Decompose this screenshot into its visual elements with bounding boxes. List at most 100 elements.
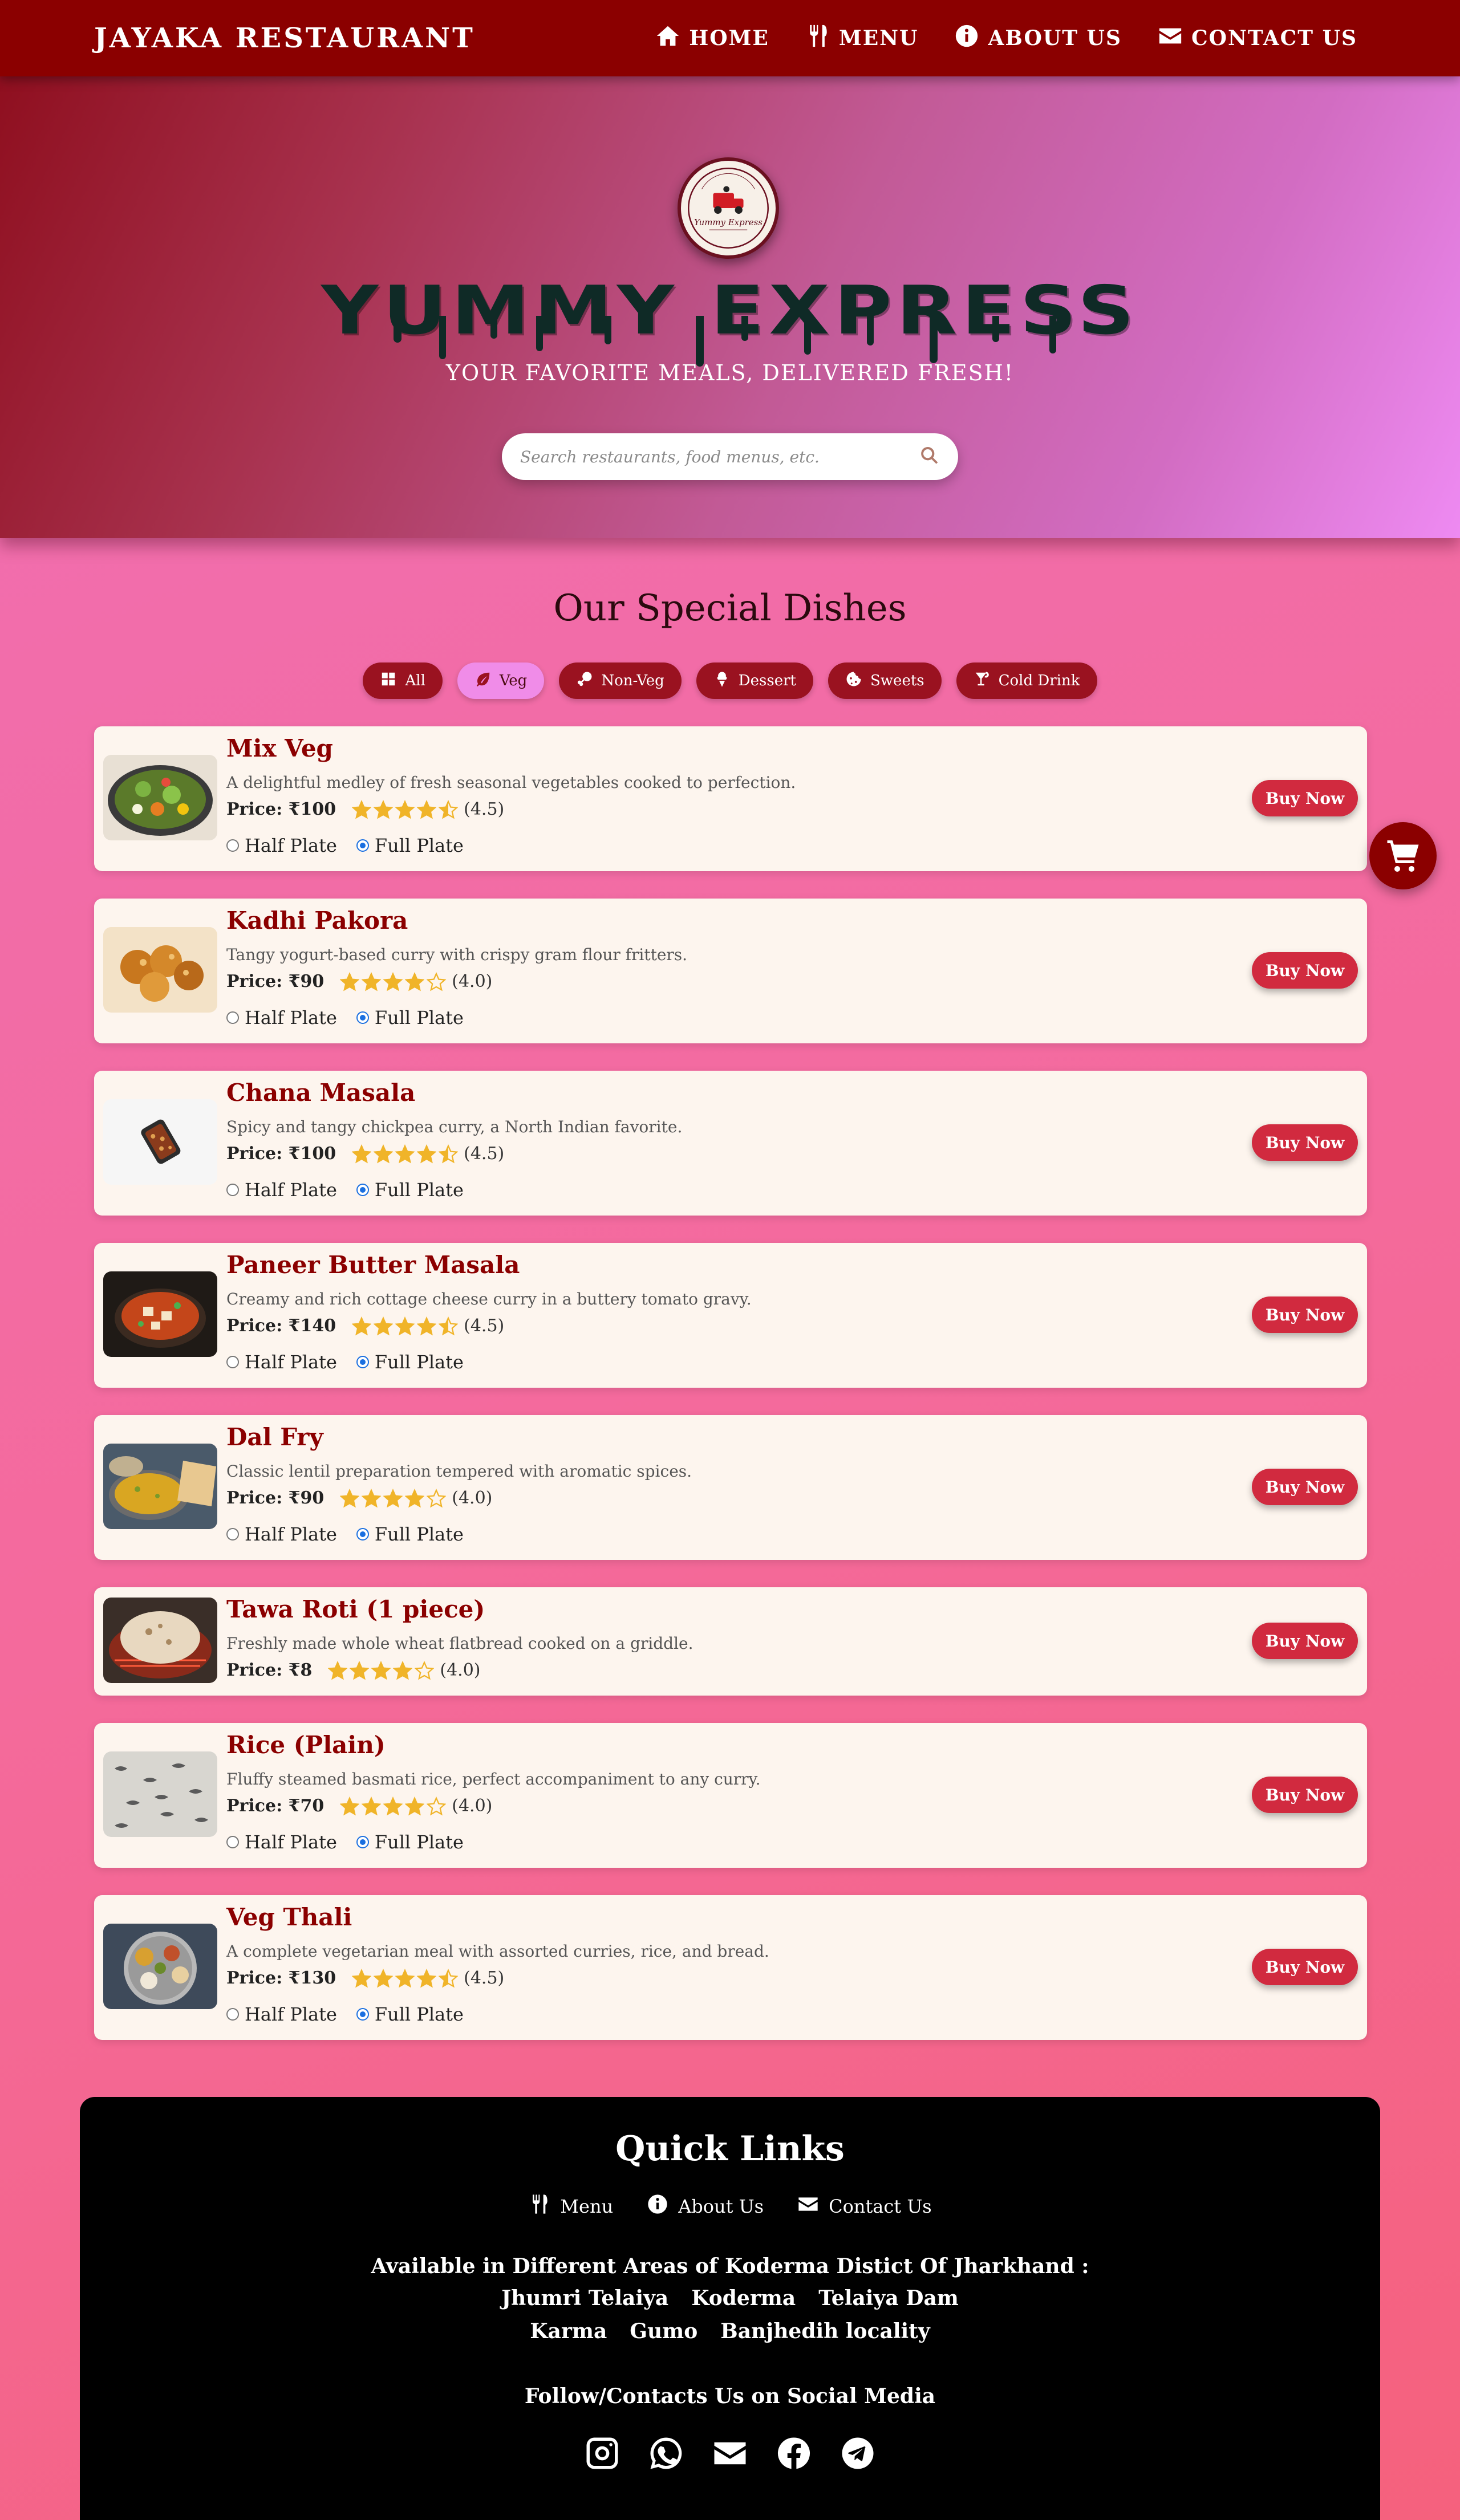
half-plate-option[interactable]: Half Plate	[226, 1007, 337, 1029]
full-plate-radio[interactable]	[356, 1184, 369, 1196]
nav-about-label: ABOUT US	[988, 26, 1122, 50]
price-rating-row: Price: ₹90 (4.0)	[226, 972, 492, 991]
filter-dessert[interactable]: Dessert	[696, 662, 813, 699]
half-plate-radio[interactable]	[226, 1356, 239, 1368]
star-rating: (4.0)	[340, 1796, 492, 1816]
plate-options: Half Plate Full Plate	[226, 1351, 464, 1373]
buy-now-button[interactable]: Buy Now	[1252, 1469, 1358, 1505]
nav-menu-link[interactable]: MENU	[805, 23, 919, 54]
dish-description: Creamy and rich cottage cheese curry in …	[226, 1290, 752, 1308]
instagram-icon[interactable]	[583, 2434, 621, 2472]
footer-contact-link[interactable]: Contact Us	[797, 2193, 932, 2220]
full-plate-radio[interactable]	[356, 1836, 369, 1848]
full-plate-option[interactable]: Full Plate	[356, 1831, 464, 1853]
buy-now-button[interactable]: Buy Now	[1252, 952, 1358, 989]
buy-now-button[interactable]: Buy Now	[1252, 1124, 1358, 1161]
full-plate-option[interactable]: Full Plate	[356, 1007, 464, 1029]
plate-options: Half Plate Full Plate	[226, 2003, 464, 2025]
hero-tagline: YOUR FAVORITE MEALS, DELIVERED FRESH!	[445, 360, 1015, 385]
nav-contact-link[interactable]: CONTACT US	[1157, 23, 1357, 54]
nav-about-link[interactable]: ABOUT US	[954, 23, 1122, 54]
full-plate-radio[interactable]	[356, 1356, 369, 1368]
dish-description: A delightful medley of fresh seasonal ve…	[226, 773, 796, 792]
filter-non-veg[interactable]: Non-Veg	[559, 662, 682, 699]
option-label: Full Plate	[374, 835, 464, 856]
cocktail-icon	[974, 670, 991, 692]
nav-home-link[interactable]: HOME	[655, 23, 769, 54]
footer-link-label: Contact Us	[829, 2196, 932, 2217]
buy-now-button[interactable]: Buy Now	[1252, 780, 1358, 816]
half-plate-radio[interactable]	[226, 1836, 239, 1848]
envelope-icon	[797, 2193, 820, 2220]
full-plate-option[interactable]: Full Plate	[356, 1179, 464, 1201]
star-rating: (4.0)	[340, 972, 492, 991]
areas-heading: Available in Different Areas of Koderma …	[371, 2254, 1089, 2278]
whatsapp-icon[interactable]	[647, 2434, 685, 2472]
full-plate-radio[interactable]	[356, 2008, 369, 2021]
full-plate-option[interactable]: Full Plate	[356, 835, 464, 856]
facebook-icon[interactable]	[775, 2434, 813, 2472]
dish-description: Freshly made whole wheat flatbread cooke…	[226, 1634, 694, 1653]
filter-all[interactable]: All	[363, 662, 443, 699]
price-rating-row: Price: ₹100 (4.5)	[226, 799, 504, 819]
cart-button[interactable]	[1369, 822, 1437, 889]
filter-sweets[interactable]: Sweets	[828, 662, 942, 699]
half-plate-option[interactable]: Half Plate	[226, 835, 337, 856]
half-plate-radio[interactable]	[226, 1184, 239, 1196]
star-empty-icon	[415, 1660, 435, 1680]
half-plate-radio[interactable]	[226, 1528, 239, 1541]
full-plate-option[interactable]: Full Plate	[356, 1523, 464, 1545]
footer-about-link[interactable]: About Us	[646, 2193, 764, 2220]
star-full-icon	[362, 1488, 382, 1507]
dish-card: Tawa Roti (1 piece) Freshly made whole w…	[94, 1587, 1367, 1696]
filter-cold-drink[interactable]: Cold Drink	[956, 662, 1097, 699]
dish-price: Price: ₹130	[226, 1968, 336, 1988]
half-plate-option[interactable]: Half Plate	[226, 1179, 337, 1201]
areas-row: Karma Gumo Banjhedih locality	[80, 2319, 1380, 2343]
full-plate-radio[interactable]	[356, 839, 369, 852]
search-input[interactable]	[519, 446, 918, 467]
dish-card: Paneer Butter Masala Creamy and rich cot…	[94, 1243, 1367, 1388]
half-plate-radio[interactable]	[226, 1011, 239, 1024]
buy-now-button[interactable]: Buy Now	[1252, 1623, 1358, 1659]
buy-now-button[interactable]: Buy Now	[1252, 1777, 1358, 1813]
star-half-icon	[439, 1144, 459, 1163]
half-plate-option[interactable]: Half Plate	[226, 1351, 337, 1373]
star-full-icon	[374, 1968, 394, 1987]
envelope-icon[interactable]	[711, 2434, 749, 2472]
half-plate-radio[interactable]	[226, 2008, 239, 2021]
half-plate-option[interactable]: Half Plate	[226, 2003, 337, 2025]
half-plate-option[interactable]: Half Plate	[226, 1523, 337, 1545]
buy-now-button[interactable]: Buy Now	[1252, 1949, 1358, 1985]
full-plate-option[interactable]: Full Plate	[356, 1351, 464, 1373]
category-filters: All Veg Non-Veg Dessert Sweets Cold Drin…	[0, 662, 1460, 699]
star-half-icon	[439, 799, 459, 819]
roti-image	[103, 1598, 217, 1683]
filter-veg[interactable]: Veg	[457, 662, 545, 699]
dish-price: Price: ₹8	[226, 1660, 313, 1680]
drumstick-icon	[576, 670, 593, 692]
rating-value: (4.5)	[464, 799, 505, 819]
full-plate-option[interactable]: Full Plate	[356, 2003, 464, 2025]
full-plate-radio[interactable]	[356, 1528, 369, 1541]
buy-now-button[interactable]: Buy Now	[1252, 1296, 1358, 1333]
star-full-icon	[374, 1316, 394, 1335]
option-label: Full Plate	[374, 1351, 464, 1373]
footer-menu-link[interactable]: Menu	[528, 2193, 613, 2220]
filter-label: Sweets	[870, 672, 924, 689]
svg-text:Yummy Express: Yummy Express	[694, 217, 763, 227]
brand-name[interactable]: JAYAKA RESTAURANT	[94, 22, 475, 54]
ice-cream-icon	[713, 670, 731, 692]
section-title: Our Special Dishes	[553, 587, 907, 629]
search-icon[interactable]	[918, 444, 941, 469]
star-full-icon	[395, 1144, 415, 1163]
half-plate-option[interactable]: Half Plate	[226, 1831, 337, 1853]
chana-masala-image	[103, 1099, 217, 1185]
half-plate-radio[interactable]	[226, 839, 239, 852]
full-plate-radio[interactable]	[356, 1011, 369, 1024]
price-rating-row: Price: ₹90 (4.0)	[226, 1488, 492, 1508]
star-full-icon	[417, 1144, 437, 1163]
dish-price: Price: ₹140	[226, 1316, 336, 1336]
telegram-icon[interactable]	[839, 2434, 877, 2472]
rating-value: (4.0)	[440, 1660, 481, 1680]
